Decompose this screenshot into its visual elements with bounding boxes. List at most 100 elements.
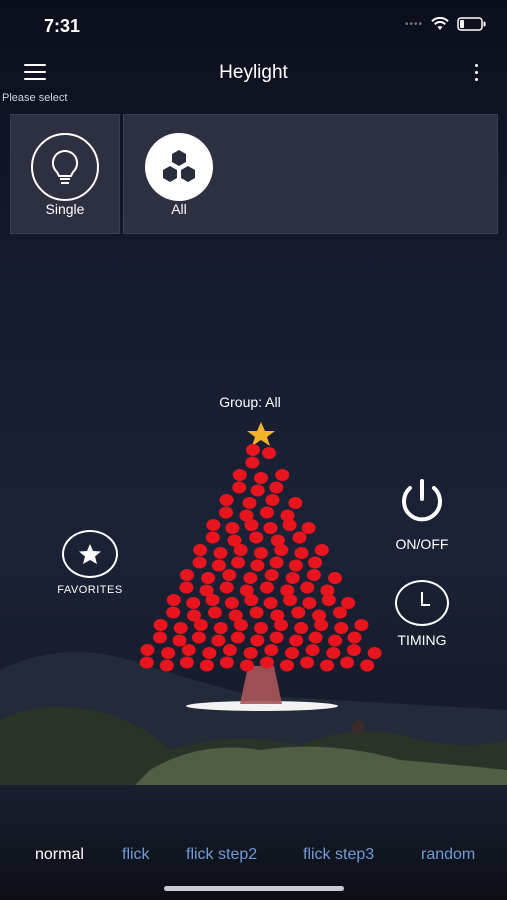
tree-bulb xyxy=(254,547,268,559)
tree-bulb xyxy=(179,656,194,669)
tree-bulb xyxy=(275,469,290,481)
tree-bulb xyxy=(328,572,342,584)
tree-bulb xyxy=(354,619,369,631)
tree-bulb xyxy=(153,619,168,631)
clock-icon xyxy=(395,580,449,626)
wifi-icon xyxy=(431,17,449,30)
tree-bulb xyxy=(288,559,303,572)
tree-bulb xyxy=(288,497,303,509)
tree-bulb xyxy=(294,547,309,559)
tree-bulb xyxy=(213,547,228,559)
tab-flick[interactable]: flick xyxy=(122,846,150,864)
tab-flick-step3[interactable]: flick step3 xyxy=(303,846,374,864)
tree-bulb xyxy=(301,522,316,534)
tree-bulb xyxy=(367,647,382,659)
nav-bar: Heylight xyxy=(0,52,507,96)
tab-flick-step2[interactable]: flick step2 xyxy=(186,846,257,864)
favorites-star-icon xyxy=(62,530,118,578)
tree-bulb xyxy=(139,656,154,669)
tree-bulb xyxy=(179,581,194,594)
tree-bulb xyxy=(245,456,260,469)
tree-bulb xyxy=(219,494,234,506)
tree-bulb xyxy=(314,619,329,631)
tree-bulb xyxy=(285,572,300,584)
tree-bulb xyxy=(285,647,299,659)
mode-tabs: normal flick flick step2 flick step3 ran… xyxy=(0,846,507,870)
tree-bulb xyxy=(254,472,268,484)
timing-button[interactable]: TIMING xyxy=(380,580,464,648)
tree-bulb xyxy=(300,656,315,669)
tree-bulb xyxy=(346,644,361,656)
tree-bulb xyxy=(249,531,264,544)
tree-bulb xyxy=(172,634,187,647)
page-title: Heylight xyxy=(219,62,288,83)
group-card-label: All xyxy=(171,201,187,217)
power-label: ON/OFF xyxy=(395,536,449,552)
tree-bulb xyxy=(243,647,258,659)
tree-bulb xyxy=(153,631,167,644)
tree-bulb xyxy=(269,631,284,644)
tree-bulb xyxy=(341,597,356,609)
tree-bulb xyxy=(193,544,208,556)
tree-bulb xyxy=(246,444,260,456)
status-bar: 7:31 •••• xyxy=(0,0,507,52)
tree-bulb xyxy=(274,619,289,631)
tree-bulb xyxy=(159,659,174,672)
tree-bulb xyxy=(166,606,181,619)
tree-bulb xyxy=(282,519,297,531)
tree-bulb xyxy=(225,522,240,534)
tree-bulb xyxy=(314,544,329,556)
tree-bulb xyxy=(206,519,221,531)
tree-bulb xyxy=(269,556,284,569)
tree-bulb xyxy=(320,659,335,672)
tree-bulb xyxy=(264,569,279,581)
hexagon-cluster-icon xyxy=(145,133,213,201)
tree-bulb xyxy=(347,631,362,644)
power-button[interactable]: ON/OFF xyxy=(380,477,464,552)
tree-bulb xyxy=(260,581,274,594)
tree-bulb xyxy=(207,606,222,619)
page-subtitle: Please select xyxy=(2,92,68,104)
cellular-signal-icon: •••• xyxy=(404,18,423,30)
tree-bulb xyxy=(186,597,201,609)
tree-bulb xyxy=(263,522,278,534)
tree-bulb xyxy=(250,484,265,497)
tab-random[interactable]: random xyxy=(421,846,475,864)
tree-bulb xyxy=(326,647,341,659)
group-card-label: Single xyxy=(45,201,85,217)
favorites-label: FAVORITES xyxy=(57,584,123,596)
tree-bulb xyxy=(340,656,355,669)
tree-bulb xyxy=(360,659,375,672)
tree-bulb xyxy=(308,631,323,644)
power-icon xyxy=(402,479,442,522)
group-card-all[interactable]: All xyxy=(123,114,498,234)
tree-bulb xyxy=(202,647,217,659)
favorites-button[interactable]: FAVORITES xyxy=(50,530,130,596)
home-indicator xyxy=(164,886,344,891)
tree-bulb xyxy=(242,497,257,509)
tree-bulb xyxy=(260,656,274,669)
group-card-single[interactable]: Single xyxy=(10,114,120,234)
tree-bulb xyxy=(321,594,336,606)
tree-bulb xyxy=(224,597,239,609)
tree-bulb xyxy=(274,544,289,556)
tree-bulbs xyxy=(139,444,382,672)
tree-bulb xyxy=(333,606,347,619)
tree-bulb xyxy=(289,634,304,647)
status-time: 7:31 xyxy=(44,16,81,36)
tree-bulb xyxy=(243,572,258,584)
more-options-icon[interactable] xyxy=(473,64,479,84)
tree-bulb xyxy=(269,481,284,494)
tree-bulb xyxy=(213,622,228,634)
tree-bulb xyxy=(260,506,274,519)
tree-bulb xyxy=(205,594,220,606)
tab-normal[interactable]: normal xyxy=(35,846,84,864)
current-group-label: Group: All xyxy=(219,394,281,410)
tree-trunk xyxy=(240,666,282,704)
tree-bulb xyxy=(308,556,323,569)
tree-bulb xyxy=(193,619,208,631)
tree-bulb xyxy=(199,659,214,672)
tree-bulb xyxy=(292,531,307,544)
tree-bulb xyxy=(191,631,206,644)
lightbulb-icon xyxy=(31,133,99,201)
